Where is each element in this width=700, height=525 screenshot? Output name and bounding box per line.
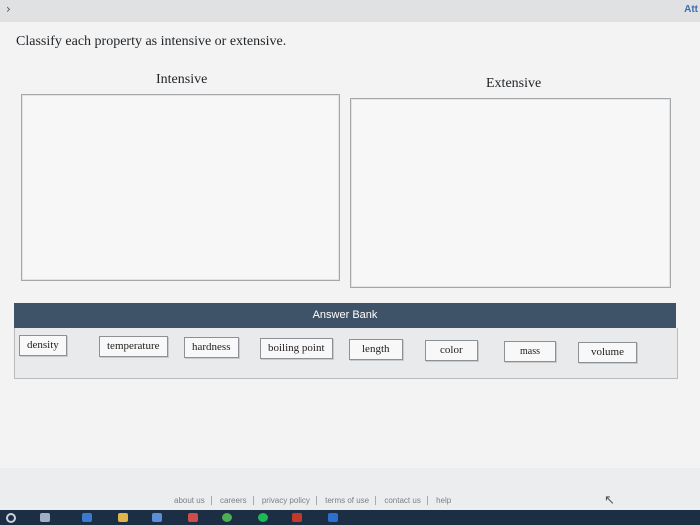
app-icon[interactable] [292, 513, 302, 522]
answer-chip-volume[interactable]: volume [578, 342, 637, 363]
answer-chip-boiling-point[interactable]: boiling point [260, 338, 333, 359]
intensive-title: Intensive [156, 72, 208, 87]
spotify-icon[interactable] [258, 513, 268, 522]
answer-chip-temperature[interactable]: temperature [99, 336, 168, 357]
chrome-icon[interactable] [222, 513, 232, 522]
footer-links: about us careers privacy policy terms of… [174, 496, 463, 505]
footer-link-terms-of-use[interactable]: terms of use [325, 496, 377, 505]
store-icon[interactable] [152, 513, 162, 522]
app-icon-2[interactable] [328, 513, 338, 522]
top-right-label[interactable]: Att [684, 4, 698, 15]
answer-bank-header: Answer Bank [14, 303, 676, 328]
start-icon[interactable] [6, 513, 16, 523]
answer-chip-mass[interactable]: mass [504, 341, 556, 362]
chevron-right-icon[interactable]: › [6, 2, 11, 16]
footer-link-careers[interactable]: careers [219, 496, 254, 505]
answer-chip-length[interactable]: length [349, 339, 403, 360]
edge-icon[interactable] [82, 513, 92, 522]
question-area: Classify each property as intensive or e… [0, 22, 700, 468]
footer-link-help[interactable]: help [436, 496, 457, 505]
answer-chip-hardness[interactable]: hardness [184, 337, 239, 358]
extensive-title: Extensive [486, 76, 542, 91]
question-prompt: Classify each property as intensive or e… [16, 34, 287, 49]
taskbar [0, 510, 700, 525]
browser-top-strip: › Att [0, 0, 700, 22]
answer-chip-density[interactable]: density [19, 335, 67, 356]
answer-bank: density temperature hardness boiling poi… [14, 328, 678, 379]
footer-link-contact-us[interactable]: contact us [384, 496, 428, 505]
mouse-cursor-icon: ↖ [604, 493, 615, 508]
task-view-icon[interactable] [40, 513, 50, 522]
footer-link-about-us[interactable]: about us [174, 496, 212, 505]
footer-link-privacy-policy[interactable]: privacy policy [261, 496, 317, 505]
file-explorer-icon[interactable] [118, 513, 128, 522]
mail-icon[interactable] [188, 513, 198, 522]
extensive-drop-zone[interactable] [350, 98, 671, 288]
intensive-drop-zone[interactable] [21, 94, 340, 281]
answer-chip-color[interactable]: color [425, 340, 478, 361]
